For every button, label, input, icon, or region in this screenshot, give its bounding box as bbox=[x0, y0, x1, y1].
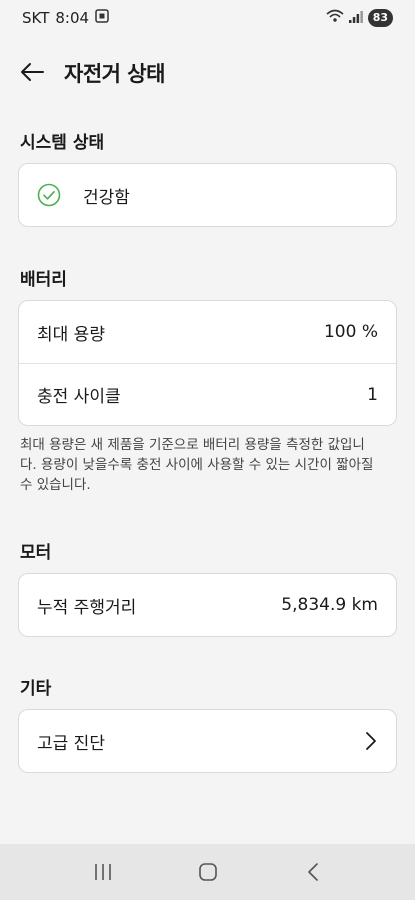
charge-cycle-row: 충전 사이클 1 bbox=[19, 363, 396, 425]
odometer-value: 5,834.9 km bbox=[281, 595, 378, 615]
nav-back-button[interactable] bbox=[293, 852, 333, 892]
carrier-label: SKT bbox=[22, 9, 50, 27]
charge-cycle-label: 충전 사이클 bbox=[37, 387, 121, 407]
back-icon bbox=[307, 863, 318, 881]
status-right: 83 bbox=[326, 9, 393, 27]
wifi-icon bbox=[326, 9, 344, 27]
clock: 8:04 bbox=[55, 9, 90, 27]
back-button[interactable] bbox=[18, 58, 46, 86]
home-button[interactable] bbox=[188, 852, 228, 892]
system-status-card: 건강함 bbox=[18, 163, 397, 227]
check-circle-icon bbox=[37, 183, 61, 207]
max-capacity-row: 최대 용량 100 % bbox=[19, 301, 396, 363]
other-section-title: 기타 bbox=[20, 679, 52, 699]
status-bar: SKT 8:04 83 bbox=[0, 0, 415, 36]
system-status-row: 건강함 bbox=[19, 164, 396, 226]
chevron-right-icon bbox=[364, 731, 378, 751]
signal-icon bbox=[348, 9, 363, 27]
screenshot-icon bbox=[95, 9, 109, 27]
page-title: 자전거 상태 bbox=[64, 62, 165, 86]
recents-button[interactable] bbox=[83, 852, 123, 892]
odometer-label: 누적 주행거리 bbox=[37, 597, 137, 618]
odometer-row: 누적 주행거리 5,834.9 km bbox=[19, 574, 396, 636]
battery-note: 최대 용량은 새 제품을 기준으로 배터리 용량을 측정한 값입니다. 용량이 … bbox=[20, 437, 374, 493]
battery-card: 최대 용량 100 % 충전 사이클 1 bbox=[18, 300, 397, 426]
max-capacity-value: 100 % bbox=[323, 322, 378, 342]
advanced-diagnosis-row[interactable]: 고급 진단 bbox=[19, 710, 396, 772]
home-icon bbox=[198, 863, 217, 881]
advanced-diagnosis-label: 고급 진단 bbox=[37, 733, 105, 754]
system-nav-bar bbox=[0, 844, 415, 900]
charge-cycle-value: 1 bbox=[367, 384, 378, 405]
system-section-title: 시스템 상태 bbox=[20, 133, 105, 153]
motor-section-title: 모터 bbox=[20, 543, 52, 563]
system-status-text: 건강함 bbox=[83, 187, 130, 208]
other-card: 고급 진단 bbox=[18, 709, 397, 773]
max-capacity-label: 최대 용량 bbox=[37, 324, 105, 345]
battery-section-title: 배터리 bbox=[20, 270, 67, 290]
status-left: SKT 8:04 bbox=[22, 9, 109, 27]
app-header: 자전거 상태 bbox=[0, 36, 415, 108]
battery-indicator: 83 bbox=[367, 9, 393, 27]
arrow-left-icon bbox=[21, 63, 44, 81]
recents-icon bbox=[94, 864, 111, 880]
motor-card: 누적 주행거리 5,834.9 km bbox=[18, 573, 397, 637]
